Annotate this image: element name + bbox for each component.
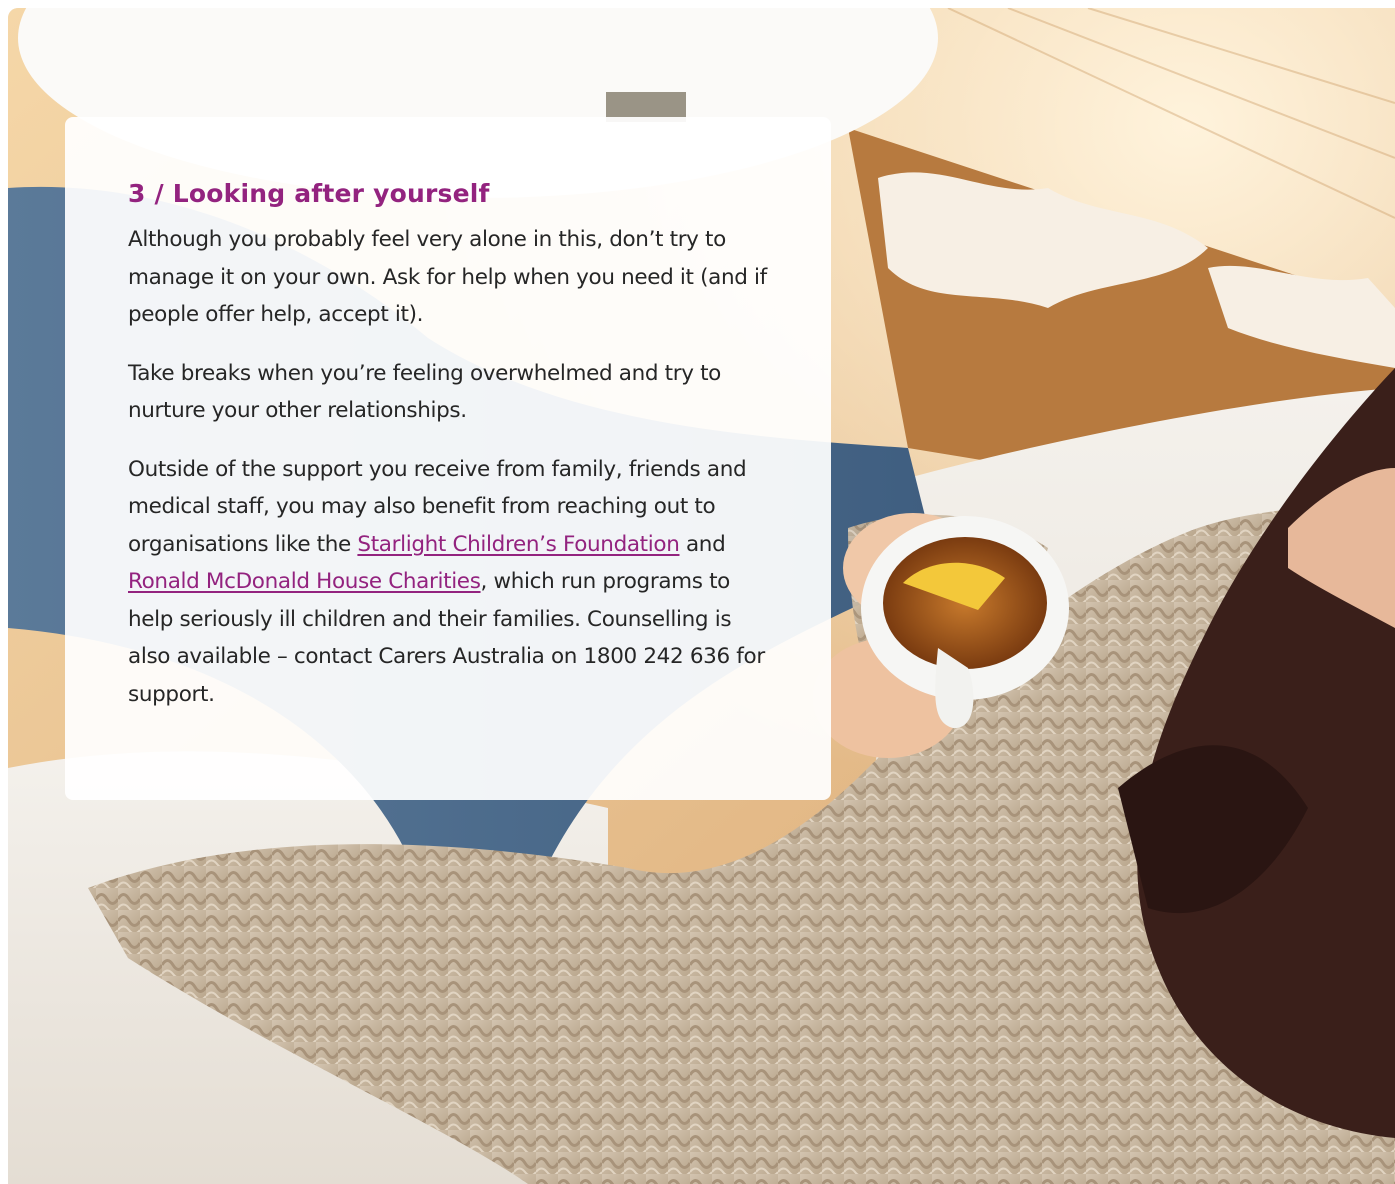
hero-photo: 3 / Looking after yourself Although you … [8,8,1395,1184]
paragraph-take-breaks: Take breaks when you’re feeling overwhel… [128,360,721,424]
paragraph-support-organisations: Outside of the support you receive from … [128,451,769,714]
ronald-mcdonald-house-link[interactable]: Ronald McDonald House Charities [128,569,481,594]
section-heading: 3 / Looking after yourself [128,179,490,208]
paragraph-ask-for-help: Although you probably feel very alone in… [128,227,767,327]
paragraph-text-between-links: and [679,531,726,557]
content-card: 3 / Looking after yourself Although you … [65,117,831,800]
starlight-foundation-link[interactable]: Starlight Children’s Foundation [357,532,679,557]
